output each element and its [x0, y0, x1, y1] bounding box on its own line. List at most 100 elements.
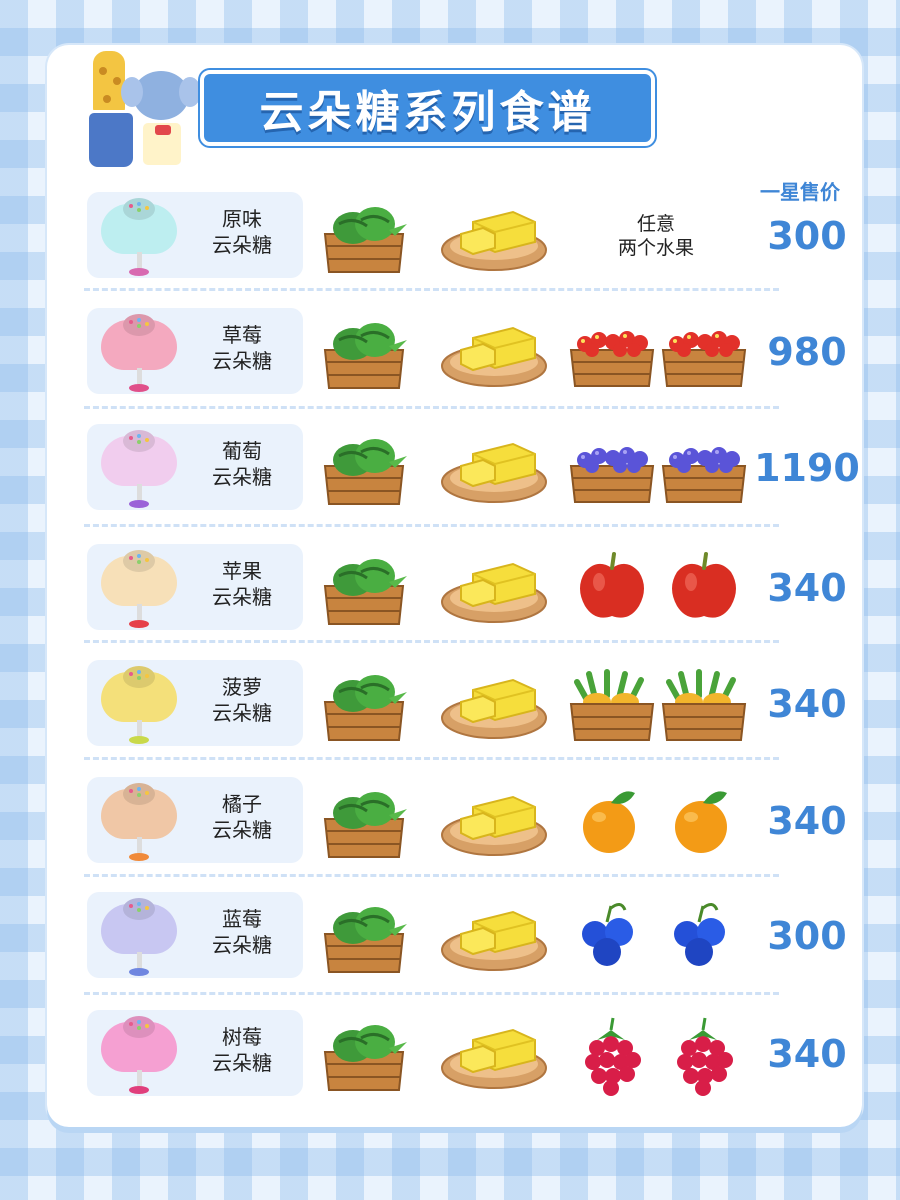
recipe-row: 苹果 云朵糖 340: [87, 544, 847, 632]
recipe-name-line1: 菠萝: [222, 675, 262, 699]
row-divider: [84, 992, 779, 995]
row-divider: [84, 640, 779, 643]
recipe-name-line1: 树莓: [222, 1025, 262, 1049]
recipe-name: 蓝莓 云朵糖: [187, 906, 297, 958]
mascot-illustration: [60, 40, 210, 175]
recipe-name-box: 草莓 云朵糖: [87, 308, 303, 394]
raspberry-icon: [659, 1012, 749, 1096]
watermelon-crate-icon: [319, 546, 409, 630]
watermelon-crate-icon: [319, 662, 409, 746]
recipe-row: 橘子 云朵糖 340: [87, 777, 847, 865]
recipe-name-box: 原味 云朵糖: [87, 192, 303, 278]
strawberry-crate-icon: [567, 310, 657, 394]
recipe-name-line1: 草莓: [222, 323, 262, 347]
cloud-candy-icon: [99, 785, 179, 865]
watermelon-crate-icon: [319, 310, 409, 394]
recipe-name-line1: 蓝莓: [222, 907, 262, 931]
elephant-shirt: [140, 120, 184, 168]
recipe-name: 树莓 云朵糖: [187, 1024, 297, 1076]
recipe-name-line2: 云朵糖: [212, 818, 272, 842]
recipe-name-box: 苹果 云朵糖: [87, 544, 303, 630]
cloud-candy-icon: [99, 1018, 179, 1098]
recipe-row: 树莓 云朵糖 340: [87, 1010, 847, 1098]
pineapple-crate-icon: [659, 662, 749, 746]
watermelon-crate-icon: [319, 779, 409, 863]
recipe-row: 葡萄 云朵糖 1190: [87, 424, 860, 512]
recipe-name-line2: 云朵糖: [212, 933, 272, 957]
row-divider: [84, 757, 779, 760]
recipe-name-box: 树莓 云朵糖: [87, 1010, 303, 1096]
butter-plate-icon: [439, 426, 549, 510]
price-value: 980: [767, 330, 847, 374]
recipe-name: 苹果 云朵糖: [187, 558, 297, 610]
recipe-name-line2: 云朵糖: [212, 233, 272, 257]
recipe-name-line2: 云朵糖: [212, 465, 272, 489]
blueberry-icon: [659, 894, 749, 978]
recipe-name-box: 菠萝 云朵糖: [87, 660, 303, 746]
apple-icon: [659, 546, 749, 630]
recipe-name-box: 橘子 云朵糖: [87, 777, 303, 863]
price-value: 1190: [754, 446, 860, 490]
price-value: 340: [767, 1032, 847, 1076]
recipe-row: 草莓 云朵糖 980: [87, 308, 847, 396]
recipe-name: 原味 云朵糖: [187, 206, 297, 258]
pineapple-crate-icon: [567, 662, 657, 746]
cloud-candy-icon: [99, 900, 179, 980]
grape-crate-icon: [567, 426, 657, 510]
recipe-name-line1: 苹果: [222, 559, 262, 583]
blueberry-icon: [567, 894, 657, 978]
butter-plate-icon: [439, 546, 549, 630]
raspberry-icon: [567, 1012, 657, 1096]
butter-plate-icon: [439, 1012, 549, 1096]
recipe-name-line1: 葡萄: [222, 439, 262, 463]
cloud-candy-icon: [99, 432, 179, 512]
grape-crate-icon: [659, 426, 749, 510]
watermelon-crate-icon: [319, 894, 409, 978]
recipe-name-box: 蓝莓 云朵糖: [87, 892, 303, 978]
orange-icon: [659, 779, 749, 863]
price-value: 300: [767, 214, 847, 258]
recipe-row: 菠萝 云朵糖 340: [87, 660, 847, 748]
butter-plate-icon: [439, 662, 549, 746]
recipe-name-line1: 原味: [222, 207, 262, 231]
page-title: 云朵糖系列食谱: [200, 70, 655, 146]
butter-plate-icon: [439, 194, 549, 278]
price-value: 340: [767, 799, 847, 843]
cloud-candy-icon: [99, 668, 179, 748]
recipe-name-line2: 云朵糖: [212, 701, 272, 725]
butter-plate-icon: [439, 779, 549, 863]
watermelon-crate-icon: [319, 1012, 409, 1096]
giraffe-overalls: [86, 110, 136, 170]
watermelon-crate-icon: [319, 426, 409, 510]
recipe-row: 蓝莓 云朵糖 300: [87, 892, 847, 980]
price-value: 340: [767, 682, 847, 726]
cloud-candy-icon: [99, 200, 179, 280]
cloud-candy-icon: [99, 316, 179, 396]
recipe-row: 原味 云朵糖 任意 两个水果 300: [87, 192, 847, 280]
row-divider: [84, 874, 779, 877]
recipe-name-line2: 云朵糖: [212, 585, 272, 609]
recipe-name: 葡萄 云朵糖: [187, 438, 297, 490]
butter-plate-icon: [439, 310, 549, 394]
price-value: 300: [767, 914, 847, 958]
apple-icon: [567, 546, 657, 630]
cloud-candy-icon: [99, 552, 179, 632]
row-divider: [84, 524, 779, 527]
recipe-name-line2: 云朵糖: [212, 349, 272, 373]
row-divider: [84, 406, 779, 409]
any-fruit-text: 任意 两个水果: [591, 212, 721, 260]
strawberry-crate-icon: [659, 310, 749, 394]
butter-plate-icon: [439, 894, 549, 978]
recipe-name-box: 葡萄 云朵糖: [87, 424, 303, 510]
recipe-name: 草莓 云朵糖: [187, 322, 297, 374]
recipe-name: 橘子 云朵糖: [187, 791, 297, 843]
recipe-name: 菠萝 云朵糖: [187, 674, 297, 726]
any-fruit-line1: 任意: [636, 213, 675, 235]
price-value: 340: [767, 566, 847, 610]
orange-icon: [567, 779, 657, 863]
recipe-name-line1: 橘子: [222, 792, 262, 816]
elephant-mascot: [121, 68, 201, 123]
row-divider: [84, 288, 779, 291]
watermelon-crate-icon: [319, 194, 409, 278]
recipe-name-line2: 云朵糖: [212, 1051, 272, 1075]
